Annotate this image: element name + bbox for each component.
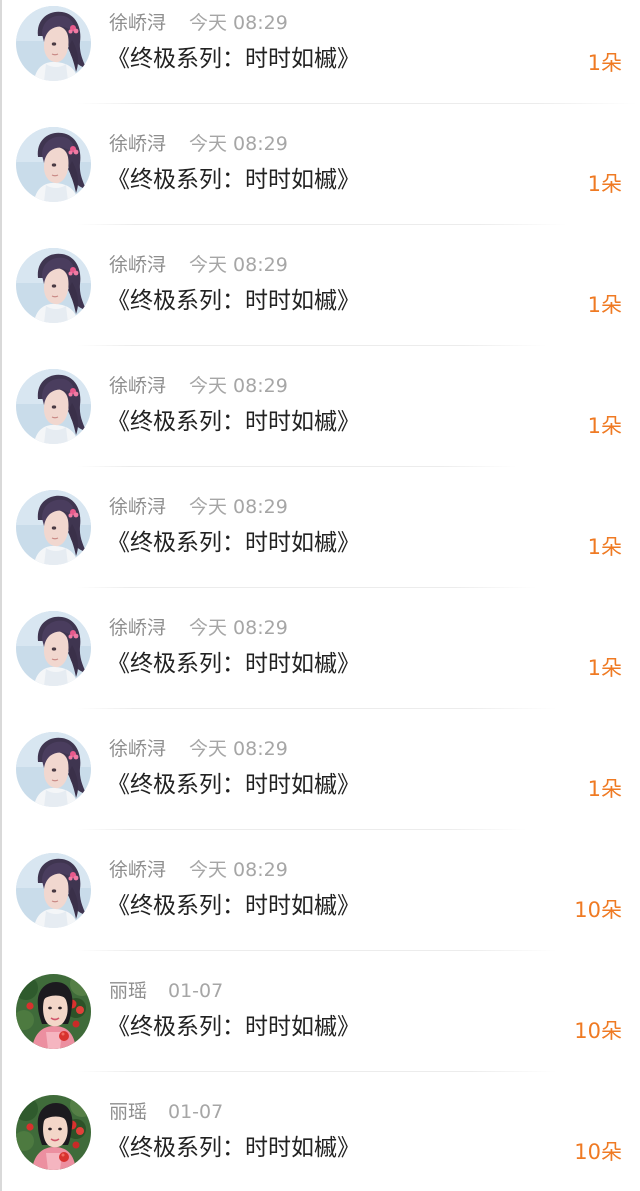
gift-count: 1朵	[587, 535, 622, 559]
user-name: 丽瑶	[109, 980, 148, 1002]
user-name: 徐峤浔	[109, 859, 167, 881]
work-title: 《终极系列：时时如槭》	[107, 1135, 360, 1161]
girl-purple-hair-avatar-art	[16, 369, 91, 444]
timestamp: 今天 08:29	[189, 12, 288, 34]
list-item[interactable]: 丽瑶 01-07 《终极系列：时时如槭》 10朵	[2, 968, 640, 1089]
list-item[interactable]: 徐峤浔 今天 08:29 《终极系列：时时如槭》 1朵	[2, 121, 640, 242]
timestamp: 01-07	[168, 980, 224, 1002]
girl-purple-hair-avatar-art	[16, 611, 91, 686]
user-name: 徐峤浔	[109, 617, 167, 639]
work-title: 《终极系列：时时如槭》	[107, 1014, 360, 1040]
work-title: 《终极系列：时时如槭》	[107, 46, 360, 72]
gift-count: 10朵	[574, 898, 622, 922]
divider	[77, 708, 557, 709]
divider	[77, 224, 567, 225]
list-item[interactable]: 徐峤浔 今天 08:29 《终极系列：时时如槭》 10朵	[2, 847, 640, 968]
work-title: 《终极系列：时时如槭》	[107, 530, 360, 556]
gift-record-list: 徐峤浔 今天 08:29 《终极系列：时时如槭》 1朵 徐峤浔 今天 08:29…	[0, 0, 640, 1191]
divider	[77, 587, 537, 588]
divider	[77, 829, 527, 830]
list-item[interactable]: 徐峤浔 今天 08:29 《终极系列：时时如槭》 1朵	[2, 0, 640, 121]
user-name: 徐峤浔	[109, 12, 167, 34]
list-item[interactable]: 徐峤浔 今天 08:29 《终极系列：时时如槭》 1朵	[2, 605, 640, 726]
divider	[77, 345, 547, 346]
avatar[interactable]	[16, 732, 91, 807]
avatar[interactable]	[16, 6, 91, 81]
timestamp: 今天 08:29	[189, 617, 288, 639]
gift-count: 1朵	[587, 51, 622, 75]
user-name: 丽瑶	[109, 1101, 148, 1123]
girl-purple-hair-avatar-art	[16, 127, 91, 202]
girl-green-background-avatar-art	[16, 974, 91, 1049]
avatar[interactable]	[16, 1095, 91, 1170]
list-item[interactable]: 丽瑶 01-07 《终极系列：时时如槭》 10朵	[2, 1089, 640, 1191]
list-item[interactable]: 徐峤浔 今天 08:29 《终极系列：时时如槭》 1朵	[2, 726, 640, 847]
user-name: 徐峤浔	[109, 738, 167, 760]
girl-purple-hair-avatar-art	[16, 853, 91, 928]
divider	[77, 1071, 557, 1072]
avatar[interactable]	[16, 974, 91, 1049]
user-name: 徐峤浔	[109, 496, 167, 518]
gift-count: 1朵	[587, 656, 622, 680]
list-item[interactable]: 徐峤浔 今天 08:29 《终极系列：时时如槭》 1朵	[2, 363, 640, 484]
gift-count: 1朵	[587, 293, 622, 317]
avatar[interactable]	[16, 490, 91, 565]
gift-count: 1朵	[587, 414, 622, 438]
list-item[interactable]: 徐峤浔 今天 08:29 《终极系列：时时如槭》 1朵	[2, 242, 640, 363]
girl-green-background-avatar-art	[16, 1095, 91, 1170]
girl-purple-hair-avatar-art	[16, 732, 91, 807]
user-name: 徐峤浔	[109, 254, 167, 276]
divider	[77, 103, 637, 104]
work-title: 《终极系列：时时如槭》	[107, 651, 360, 677]
timestamp: 01-07	[168, 1101, 224, 1123]
timestamp: 今天 08:29	[189, 375, 288, 397]
timestamp: 今天 08:29	[189, 133, 288, 155]
timestamp: 今天 08:29	[189, 738, 288, 760]
gift-count: 10朵	[574, 1140, 622, 1164]
avatar[interactable]	[16, 853, 91, 928]
user-name: 徐峤浔	[109, 133, 167, 155]
work-title: 《终极系列：时时如槭》	[107, 893, 360, 919]
list-item[interactable]: 徐峤浔 今天 08:29 《终极系列：时时如槭》 1朵	[2, 484, 640, 605]
girl-purple-hair-avatar-art	[16, 6, 91, 81]
girl-purple-hair-avatar-art	[16, 490, 91, 565]
timestamp: 今天 08:29	[189, 496, 288, 518]
avatar[interactable]	[16, 127, 91, 202]
timestamp: 今天 08:29	[189, 254, 288, 276]
divider	[77, 950, 557, 951]
work-title: 《终极系列：时时如槭》	[107, 772, 360, 798]
girl-purple-hair-avatar-art	[16, 248, 91, 323]
work-title: 《终极系列：时时如槭》	[107, 167, 360, 193]
user-name: 徐峤浔	[109, 375, 167, 397]
avatar[interactable]	[16, 369, 91, 444]
work-title: 《终极系列：时时如槭》	[107, 409, 360, 435]
work-title: 《终极系列：时时如槭》	[107, 288, 360, 314]
gift-count: 1朵	[587, 777, 622, 801]
avatar[interactable]	[16, 248, 91, 323]
gift-count: 10朵	[574, 1019, 622, 1043]
avatar[interactable]	[16, 611, 91, 686]
divider	[77, 466, 517, 467]
timestamp: 今天 08:29	[189, 859, 288, 881]
gift-count: 1朵	[587, 172, 622, 196]
